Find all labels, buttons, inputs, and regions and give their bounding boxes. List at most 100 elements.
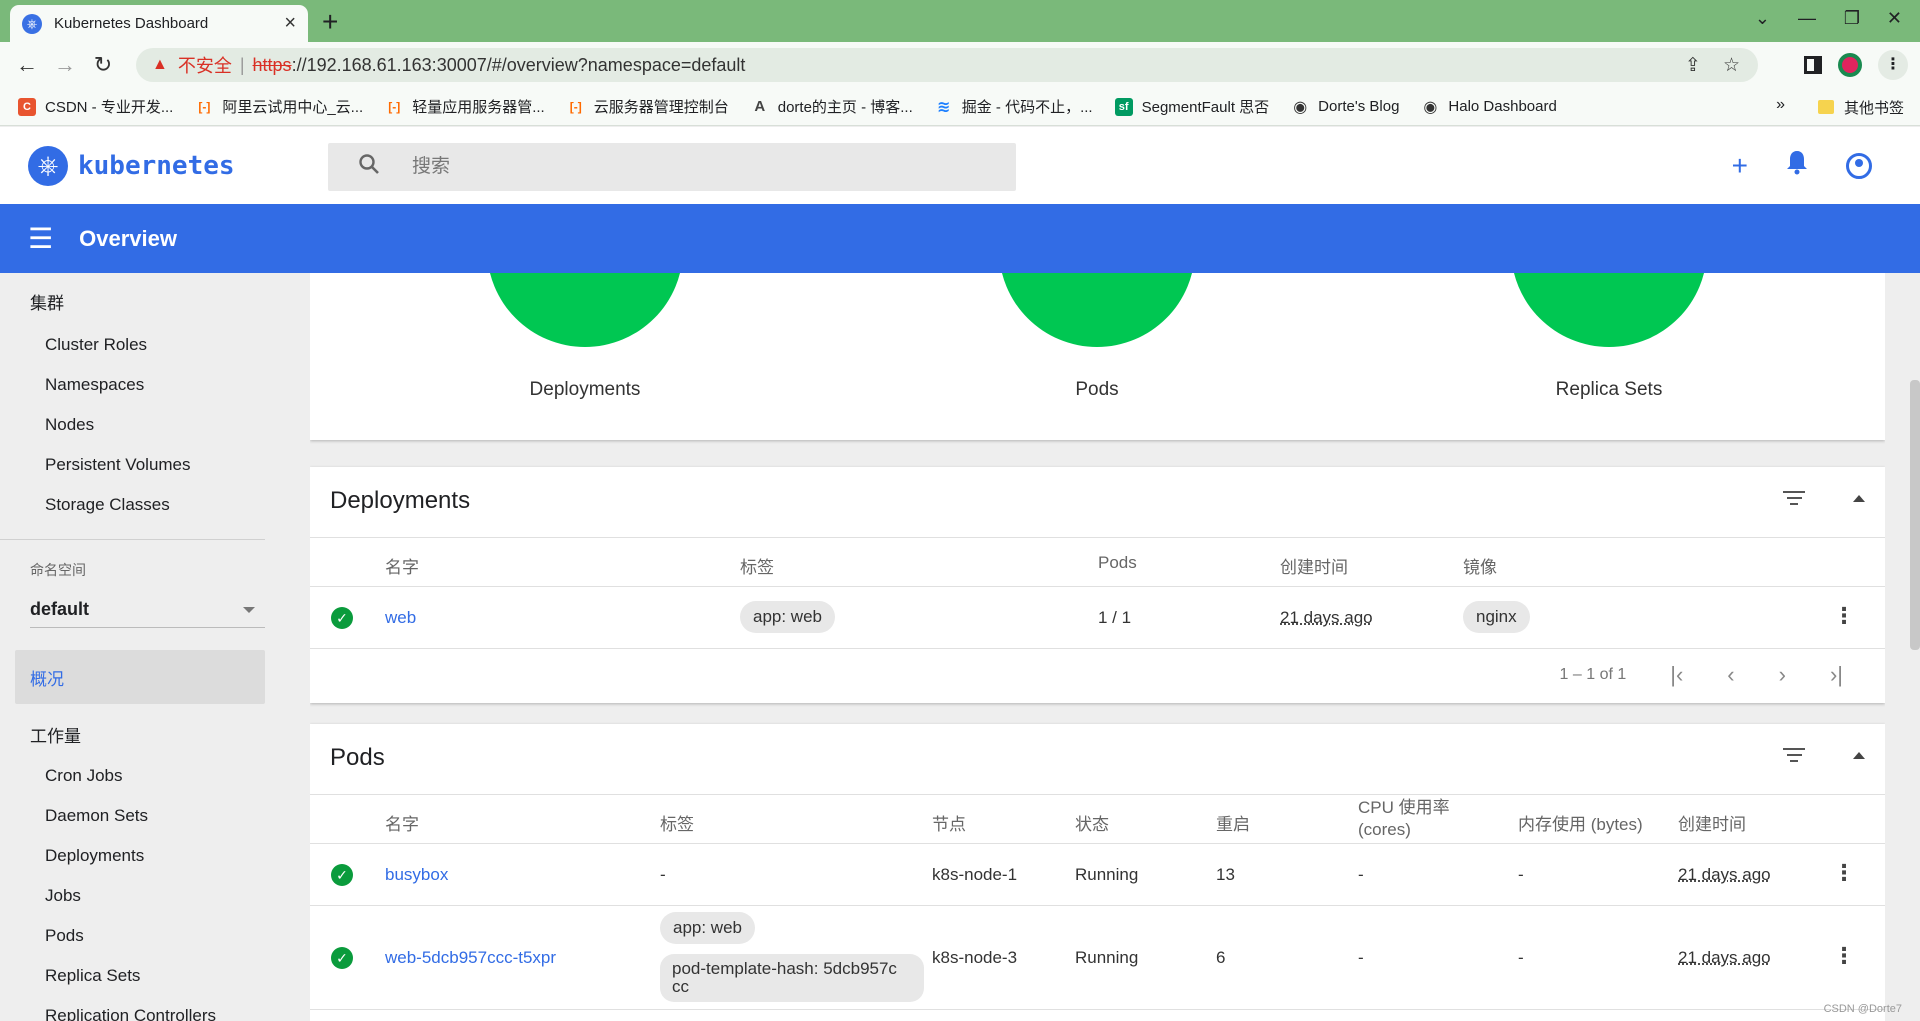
more-bookmarks-icon[interactable]: » <box>1776 96 1785 114</box>
reload-icon[interactable]: ↻ <box>84 52 122 78</box>
bookmark-item[interactable]: [-] 云服务器管理控制台 <box>567 96 729 117</box>
notifications-bell-icon[interactable] <box>1786 149 1808 182</box>
pod-node: k8s-node-1 <box>932 865 1018 884</box>
sidebar-item-pods[interactable]: Pods <box>0 916 265 956</box>
main-content: Deployments Pods Replica Sets Deployment… <box>310 273 1885 1021</box>
juejin-icon: ≋ <box>937 98 951 116</box>
sidebar-item-daemon-sets[interactable]: Daemon Sets <box>0 796 265 836</box>
globe-icon: ◉ <box>1293 98 1308 116</box>
column-header[interactable]: 状态 <box>1075 810 1109 835</box>
other-bookmarks[interactable]: 其他书签 <box>1817 88 1904 126</box>
bookmark-star-icon[interactable]: ☆ <box>1723 54 1740 77</box>
pagination-range: 1 – 1 of 1 <box>1559 666 1627 683</box>
sidebar-item-storage-classes[interactable]: Storage Classes <box>0 485 265 525</box>
more-menu-icon[interactable]: ⋮ <box>1878 50 1908 80</box>
pod-node: k8s-node-3 <box>932 948 1018 967</box>
search-input[interactable] <box>412 156 972 178</box>
watermark: CSDN @Dorte7 <box>1823 1003 1902 1015</box>
column-header[interactable]: 重启 <box>1216 810 1250 835</box>
bookmark-item[interactable]: ≋ 掘金 - 代码不止，... <box>935 96 1093 117</box>
filter-icon[interactable] <box>1781 491 1807 505</box>
sidebar: 集群 Cluster Roles Namespaces Nodes Persis… <box>0 273 265 1021</box>
kubernetes-logo[interactable]: ⎈ kubernetes <box>28 146 235 186</box>
hamburger-menu-icon[interactable]: ☰ <box>28 222 53 255</box>
created-time: 21 days ago <box>1678 948 1771 967</box>
collapse-icon[interactable] <box>1853 494 1865 502</box>
share-icon[interactable]: ⇪ <box>1685 54 1701 77</box>
column-header[interactable]: 创建时间 <box>1678 810 1746 835</box>
address-bar[interactable]: ▲ 不安全 | https://192.168.61.163:30007/#/o… <box>136 48 1758 82</box>
status-label: Pods <box>1075 379 1119 400</box>
pod-name-link[interactable]: busybox <box>385 865 448 885</box>
status-label: Deployments <box>529 379 641 400</box>
sidebar-item-nodes[interactable]: Nodes <box>0 405 265 445</box>
namespace-label: 命名空间 <box>30 562 86 578</box>
search-box[interactable] <box>328 143 1016 191</box>
bookmark-item[interactable]: ◉ Dorte's Blog <box>1291 98 1399 116</box>
column-header[interactable]: 名字 <box>385 553 419 578</box>
tab-search-icon[interactable]: ⌄ <box>1755 8 1770 29</box>
csdn-icon: C <box>18 97 36 116</box>
sidebar-item-overview[interactable]: 概况 <box>15 650 265 704</box>
close-tab-icon[interactable]: × <box>284 12 296 35</box>
column-header[interactable]: 名字 <box>385 810 419 835</box>
sidebar-heading-cluster[interactable]: 集群 <box>0 289 265 313</box>
aliyun-icon: [-] <box>198 99 211 114</box>
pod-cpu: - <box>1358 948 1364 967</box>
column-header: 镜像 <box>1463 558 1497 577</box>
bookmark-item[interactable]: C CSDN - 专业开发... <box>18 96 173 117</box>
deployment-name-link[interactable]: web <box>385 608 416 628</box>
bookmark-item[interactable]: [-] 轻量应用服务器管... <box>385 96 545 117</box>
prev-page-icon[interactable]: ‹ <box>1727 662 1734 688</box>
namespace-select[interactable]: default <box>30 592 265 628</box>
bookmark-label: 阿里云试用中心_云... <box>222 99 364 116</box>
restore-icon[interactable]: ❐ <box>1844 8 1860 29</box>
scrollbar[interactable] <box>1910 380 1920 650</box>
filter-icon[interactable] <box>1781 748 1807 762</box>
column-header[interactable]: 创建时间 <box>1280 553 1348 578</box>
sidebar-divider <box>0 539 265 540</box>
side-panel-icon[interactable] <box>1804 56 1822 74</box>
more-actions-icon[interactable]: ⋮ <box>1833 603 1855 629</box>
collapse-icon[interactable] <box>1853 751 1865 759</box>
column-header[interactable]: 节点 <box>932 810 966 835</box>
extension-icon[interactable] <box>1838 53 1862 77</box>
browser-tab[interactable]: ⎈ Kubernetes Dashboard × <box>10 5 308 42</box>
last-page-icon[interactable]: ›| <box>1830 662 1843 688</box>
other-bookmarks-label: 其他书签 <box>1843 99 1904 117</box>
pod-name-link[interactable]: web-5dcb957ccc-t5xpr <box>385 948 556 968</box>
sidebar-item-deployments[interactable]: Deployments <box>0 836 265 876</box>
sidebar-item-persistent-volumes[interactable]: Persistent Volumes <box>0 445 265 485</box>
insecure-label: 不安全 <box>177 56 232 76</box>
label-chip: app: web <box>740 601 835 633</box>
bookmark-item[interactable]: sf SegmentFault 思否 <box>1114 96 1269 117</box>
more-actions-icon[interactable]: ⋮ <box>1833 943 1855 969</box>
close-window-icon[interactable]: ✕ <box>1887 8 1902 29</box>
sidebar-item-replica-sets[interactable]: Replica Sets <box>0 956 265 996</box>
pod-labels: - <box>660 865 666 884</box>
namespace-value: default <box>30 599 90 619</box>
forward-icon[interactable]: → <box>46 52 84 78</box>
more-actions-icon[interactable]: ⋮ <box>1833 860 1855 886</box>
back-icon[interactable]: ← <box>8 52 46 78</box>
bookmark-item[interactable]: ◉ Halo Dashboard <box>1421 98 1556 116</box>
bookmark-label: 轻量应用服务器管... <box>412 99 545 116</box>
sidebar-item-namespaces[interactable]: Namespaces <box>0 365 265 405</box>
status-ok-icon: ✓ <box>331 607 353 629</box>
table-header: 名字 标签 Pods 创建时间 镜像 <box>310 537 1885 587</box>
sidebar-heading-workloads[interactable]: 工作量 <box>0 722 265 746</box>
sidebar-item-jobs[interactable]: Jobs <box>0 876 265 916</box>
bookmark-item[interactable]: [-] 阿里云试用中心_云... <box>195 96 363 117</box>
status-donut <box>1511 273 1707 347</box>
create-plus-icon[interactable]: + <box>1732 150 1748 182</box>
minimize-icon[interactable]: — <box>1798 8 1816 29</box>
first-page-icon[interactable]: |‹ <box>1670 662 1683 688</box>
page-title-bar: ☰ Overview <box>0 204 1920 273</box>
account-icon[interactable] <box>1846 152 1872 179</box>
bookmark-item[interactable]: Adorte的主页 - 博客... <box>751 96 912 117</box>
sidebar-item-cron-jobs[interactable]: Cron Jobs <box>0 756 265 796</box>
sidebar-item-replication-controllers[interactable]: Replication Controllers <box>0 996 265 1021</box>
sidebar-item-cluster-roles[interactable]: Cluster Roles <box>0 325 265 365</box>
next-page-icon[interactable]: › <box>1779 662 1786 688</box>
new-tab-icon[interactable]: + <box>322 6 338 38</box>
